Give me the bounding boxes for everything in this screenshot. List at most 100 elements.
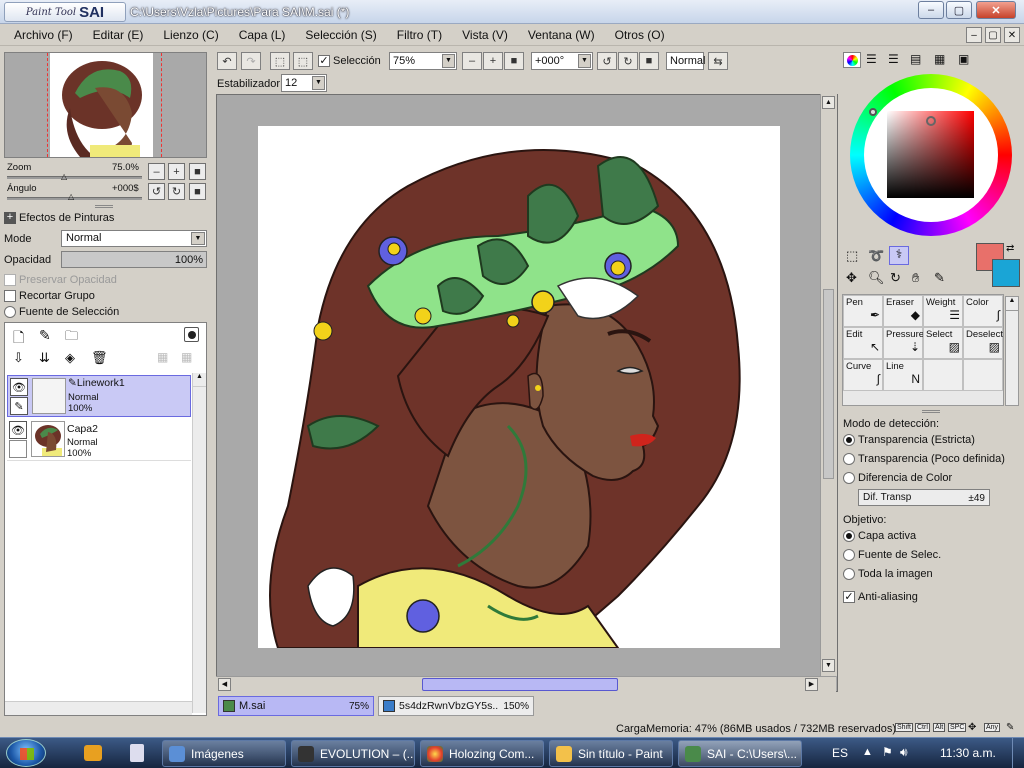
scroll-up-arrow[interactable]: ▲ (193, 373, 206, 387)
palette-tab-icon[interactable]: ▤ (910, 52, 921, 66)
clip-group-checkbox[interactable] (4, 290, 16, 302)
rotate-left-button[interactable]: ↺ (148, 183, 165, 200)
navigator-preview[interactable] (4, 52, 207, 158)
hue-marker[interactable] (869, 108, 877, 116)
maximize-button[interactable]: ▢ (946, 1, 972, 19)
color-wheel-tab-icon[interactable] (843, 52, 861, 68)
tool-pressure[interactable]: Pressure ⇣ (883, 327, 924, 359)
tool-weight[interactable]: Weight ☰ (923, 295, 963, 327)
language-indicator[interactable]: ES (832, 746, 848, 760)
calculator-icon[interactable] (130, 744, 144, 762)
zoom-out-button[interactable]: – (148, 163, 165, 180)
pen-slot[interactable] (9, 440, 27, 458)
mdi-minimize-button[interactable]: – (966, 27, 982, 43)
eyedropper-icon[interactable]: ✎ (934, 270, 945, 286)
mdi-restore-button[interactable]: ▢ (985, 27, 1001, 43)
rotate-reset-button[interactable]: ■ (189, 183, 206, 200)
canvas-hscrollbar[interactable]: ◀ ▶ (216, 676, 836, 692)
doc-tab[interactable]: 5s4dzRwnVbzGY5s... 150% (378, 696, 534, 716)
sv-square[interactable] (887, 111, 974, 198)
tool-curve[interactable]: Curve ∫ (843, 359, 883, 391)
detection-radio[interactable] (843, 472, 855, 484)
media-player-icon[interactable] (84, 745, 102, 761)
magic-wand-icon[interactable]: ⚕ (889, 246, 909, 265)
minimize-button[interactable]: – (918, 1, 944, 19)
hsv-slider-tab-icon[interactable]: ☰ (888, 52, 899, 66)
menu-ventana[interactable]: Ventana (W) (528, 28, 595, 42)
sv-marker[interactable] (926, 116, 936, 126)
rotate-right-button[interactable]: ↻ (168, 183, 185, 200)
toolbar-zoom-out-button[interactable]: – (462, 52, 482, 70)
taskbar-item[interactable]: Imágenes (162, 740, 286, 767)
dif-transp-slider[interactable]: Dif. Transp ±49 (858, 489, 990, 506)
hscroll-thumb[interactable] (422, 678, 618, 691)
zoom-in-button[interactable]: + (168, 163, 185, 180)
canvas-vscrollbar[interactable]: ▲ ▼ (820, 94, 837, 676)
toolbar-zoom-in-button[interactable]: + (483, 52, 503, 70)
scratchpad-tab-icon[interactable]: ▣ (958, 52, 969, 66)
flag-icon[interactable]: ⚑ (882, 745, 893, 759)
expand-icon[interactable]: + (4, 212, 16, 224)
swap-colors-icon[interactable]: ⇄ (1006, 243, 1014, 254)
toolbar-rotate-left-button[interactable]: ↺ (597, 52, 617, 70)
chevron-down-icon[interactable]: ▼ (578, 54, 591, 68)
detection-radio[interactable] (843, 434, 855, 446)
show-hidden-icons[interactable]: ▲ (862, 746, 873, 758)
preserve-opacity-checkbox[interactable] (4, 274, 16, 286)
move-icon[interactable]: ✥ (846, 270, 857, 286)
doc-tab[interactable]: M.sai 75% (218, 696, 374, 716)
target-radio[interactable] (843, 530, 855, 542)
menu-archivo[interactable]: Archivo (F) (14, 28, 73, 42)
tool-eraser[interactable]: Eraser ◆ (883, 295, 923, 327)
mask-icon[interactable] (184, 327, 199, 342)
vscroll-thumb[interactable] (823, 289, 834, 479)
trash-icon[interactable]: 🗑 (91, 350, 108, 366)
layer-hscrollbar[interactable] (5, 701, 192, 715)
deselect-button[interactable]: ⬚ (270, 52, 290, 70)
invert-selection-button[interactable]: ⬚ (293, 52, 313, 70)
blend-mode-select[interactable]: Normal ▼ (61, 230, 207, 247)
tool-deselect[interactable]: Deselect ▨ (963, 327, 1003, 359)
menu-lienzo[interactable]: Lienzo (C) (163, 28, 218, 42)
eye-icon[interactable]: 👁 (9, 421, 27, 439)
close-button[interactable]: ✕ (976, 1, 1016, 19)
clock[interactable]: 11:30 a.m. (940, 746, 996, 760)
layer-row[interactable]: 👁 Capa2 Normal 100% (7, 419, 191, 461)
tool-line[interactable]: Line N (883, 359, 923, 391)
mdi-close-button[interactable]: ✕ (1004, 27, 1020, 43)
pen-icon[interactable]: ✎ (10, 397, 28, 415)
angle-slider-handle[interactable]: △ (68, 192, 74, 201)
chevron-down-icon[interactable]: ▼ (442, 54, 455, 68)
menu-vista[interactable]: Vista (V) (462, 28, 508, 42)
menu-seleccion[interactable]: Selección (S) (305, 28, 376, 42)
layer-row[interactable]: 👁 ✎ ✎Linework1 Normal 100% (7, 375, 191, 417)
menu-editar[interactable]: Editar (E) (93, 28, 144, 42)
zoom-reset-button[interactable]: ■ (189, 163, 206, 180)
new-layer-icon[interactable]: 🗋 (13, 327, 24, 351)
zoom-slider[interactable] (7, 176, 142, 179)
menu-otros[interactable]: Otros (O) (615, 28, 665, 42)
selection-source-radio[interactable] (4, 306, 16, 318)
secondary-color-swatch[interactable] (992, 259, 1020, 287)
chevron-down-icon[interactable]: ▼ (191, 232, 205, 245)
scroll-up-arrow[interactable]: ▲ (1006, 297, 1018, 311)
target-radio[interactable] (843, 549, 855, 561)
new-folder-icon[interactable]: 🗀 (65, 327, 78, 349)
eye-icon[interactable]: 👁 (10, 378, 28, 396)
target-radio[interactable] (843, 568, 855, 580)
chevron-down-icon[interactable]: ▼ (312, 76, 325, 90)
menu-filtro[interactable]: Filtro (T) (397, 28, 442, 42)
taskbar-item[interactable]: EVOLUTION – (... (291, 740, 415, 767)
hand-icon[interactable]: ✋︎ (912, 270, 919, 286)
tool-scrollbar[interactable]: ▲ (1005, 296, 1019, 406)
volume-icon[interactable]: 🔊︎ (900, 745, 908, 760)
zoom-icon[interactable]: 🔍︎ (868, 270, 885, 286)
show-desktop-button[interactable] (1012, 738, 1024, 768)
transfer-down-icon[interactable]: ⇩ (13, 350, 24, 366)
taskbar-item[interactable]: Holozing Com... (420, 740, 544, 767)
toolbar-rotate-right-button[interactable]: ↻ (618, 52, 638, 70)
taskbar-item[interactable]: SAI - C:\Users\... (678, 740, 802, 767)
scroll-left-arrow[interactable]: ◀ (218, 678, 231, 691)
scroll-right-arrow[interactable]: ▶ (805, 678, 818, 691)
rect-select-icon[interactable]: ⬚ (846, 248, 858, 264)
